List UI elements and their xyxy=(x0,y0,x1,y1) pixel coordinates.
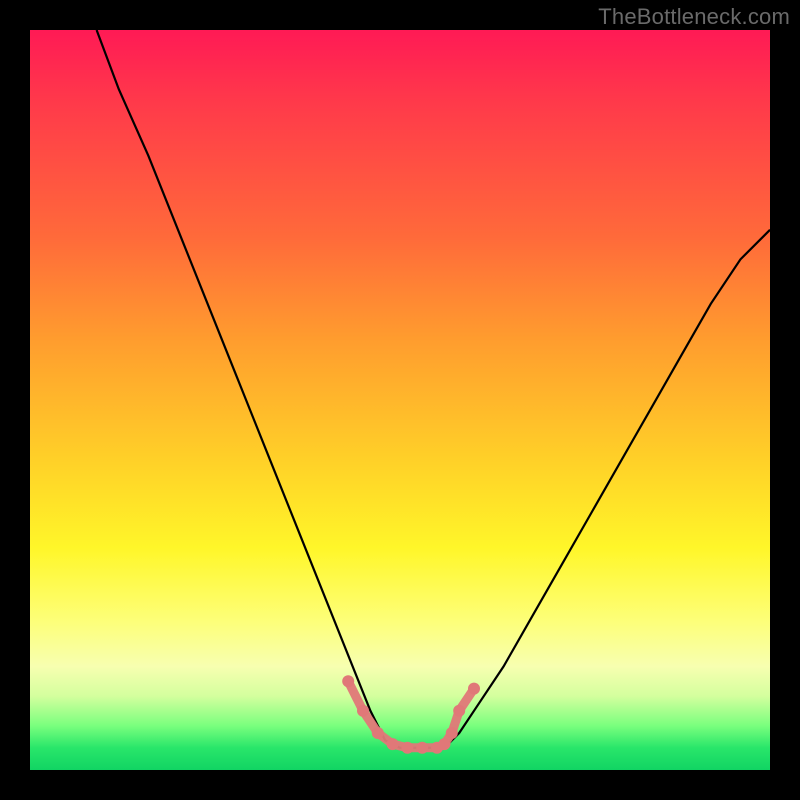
chart-svg xyxy=(30,30,770,770)
curve-layer xyxy=(97,30,770,748)
bottleneck-curve xyxy=(97,30,770,748)
marker-dot xyxy=(372,727,384,739)
marker-dot xyxy=(357,705,369,717)
marker-dot xyxy=(387,738,399,750)
marker-dot xyxy=(446,727,458,739)
marker-dot xyxy=(342,675,354,687)
marker-dot xyxy=(438,738,450,750)
marker-dot xyxy=(453,705,465,717)
marker-dot xyxy=(416,742,428,754)
marker-dot xyxy=(468,683,480,695)
watermark-text: TheBottleneck.com xyxy=(598,4,790,30)
marker-layer xyxy=(342,675,480,754)
marker-dot xyxy=(401,742,413,754)
plot-area xyxy=(30,30,770,770)
chart-frame: TheBottleneck.com xyxy=(0,0,800,800)
